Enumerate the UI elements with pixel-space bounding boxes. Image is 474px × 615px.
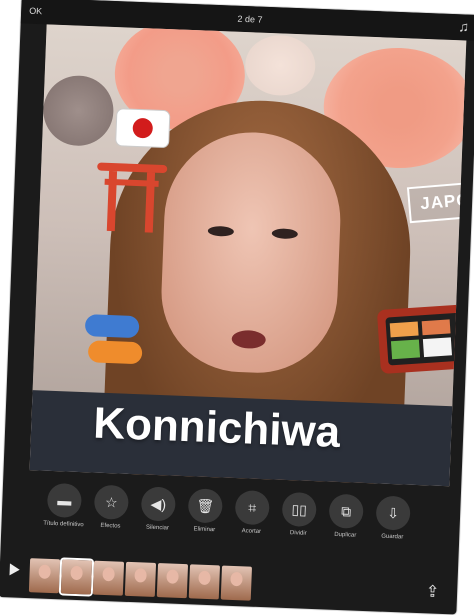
edit-toolbar: ▬ Título definitivo ☆ Efectos ◀) Silenci… bbox=[41, 482, 423, 556]
torii-gate-sticker[interactable] bbox=[95, 156, 168, 233]
japan-flag-sticker[interactable] bbox=[116, 109, 170, 148]
clip-thumbnail[interactable] bbox=[124, 561, 157, 597]
crop-icon: ⌗ bbox=[234, 490, 270, 526]
orange-fish bbox=[87, 340, 143, 365]
torii-pole-left bbox=[106, 170, 118, 232]
tool-label: Eliminar bbox=[193, 526, 216, 534]
bento-sticker[interactable] bbox=[376, 304, 467, 375]
split-tool[interactable]: ▯▯ Dividir bbox=[276, 491, 322, 539]
delete-tool[interactable]: 🗑 Eliminar bbox=[182, 488, 228, 535]
clip-thumbnail[interactable] bbox=[28, 558, 61, 594]
blue-fish bbox=[84, 314, 140, 339]
trash-icon: 🗑 bbox=[187, 488, 223, 524]
clip-thumbnails bbox=[28, 558, 253, 601]
face bbox=[158, 129, 344, 376]
music-note-icon[interactable]: ♫ bbox=[458, 18, 469, 34]
duplicate-tool[interactable]: ⧉ Duplicar bbox=[323, 493, 369, 540]
tool-label: Silenciar bbox=[145, 524, 170, 532]
tool-label: Guardar bbox=[381, 533, 404, 541]
effects-tool[interactable]: ☆ Efectos bbox=[88, 484, 134, 531]
tool-label: Efectos bbox=[100, 522, 121, 530]
tool-label: Dividir bbox=[289, 530, 307, 537]
bento-item bbox=[390, 339, 421, 360]
clip-thumbnail[interactable] bbox=[220, 565, 253, 601]
bento-item bbox=[389, 321, 419, 338]
clip-thumbnail[interactable] bbox=[92, 560, 125, 596]
right-eye bbox=[271, 228, 298, 240]
left-eye bbox=[207, 225, 235, 237]
koinobori-sticker[interactable] bbox=[74, 312, 152, 369]
bento-item bbox=[421, 319, 451, 336]
tool-label: Duplicar bbox=[334, 531, 357, 539]
timeline-bar: ⇪ bbox=[0, 553, 458, 615]
mute-tool[interactable]: ◀) Silenciar bbox=[135, 486, 181, 533]
tool-label: Acortar bbox=[241, 528, 262, 536]
app-window: OK 2 de 7 ♫ JAPONÉS Konnichiwa ▬ Título … bbox=[0, 0, 474, 615]
bento-item bbox=[422, 337, 452, 358]
crop-tool[interactable]: ⌗ Acortar bbox=[229, 490, 275, 537]
clip-thumbnail-active[interactable] bbox=[60, 559, 93, 595]
caption-text[interactable]: Konnichiwa bbox=[92, 399, 341, 458]
speech-bubble-icon: ▬ bbox=[46, 482, 83, 519]
torii-pole-right bbox=[144, 172, 156, 233]
save-tool[interactable]: ⇩ Guardar bbox=[370, 495, 416, 542]
star-icon: ☆ bbox=[93, 484, 130, 520]
clip-thumbnail[interactable] bbox=[156, 563, 189, 599]
title-tool[interactable]: ▬ Título definitivo bbox=[41, 482, 87, 530]
save-icon: ⇩ bbox=[375, 495, 411, 531]
clip-thumbnail[interactable] bbox=[188, 564, 221, 600]
play-icon[interactable] bbox=[9, 563, 20, 576]
mouth bbox=[231, 329, 267, 350]
speaker-icon: ◀) bbox=[140, 486, 176, 522]
split-icon: ▯▯ bbox=[281, 491, 317, 528]
share-icon[interactable]: ⇪ bbox=[425, 581, 439, 601]
torii-beam bbox=[97, 162, 168, 174]
tool-label: Título definitivo bbox=[43, 520, 84, 529]
video-preview[interactable]: JAPONÉS Konnichiwa bbox=[29, 24, 467, 487]
duplicate-icon: ⧉ bbox=[328, 493, 364, 529]
